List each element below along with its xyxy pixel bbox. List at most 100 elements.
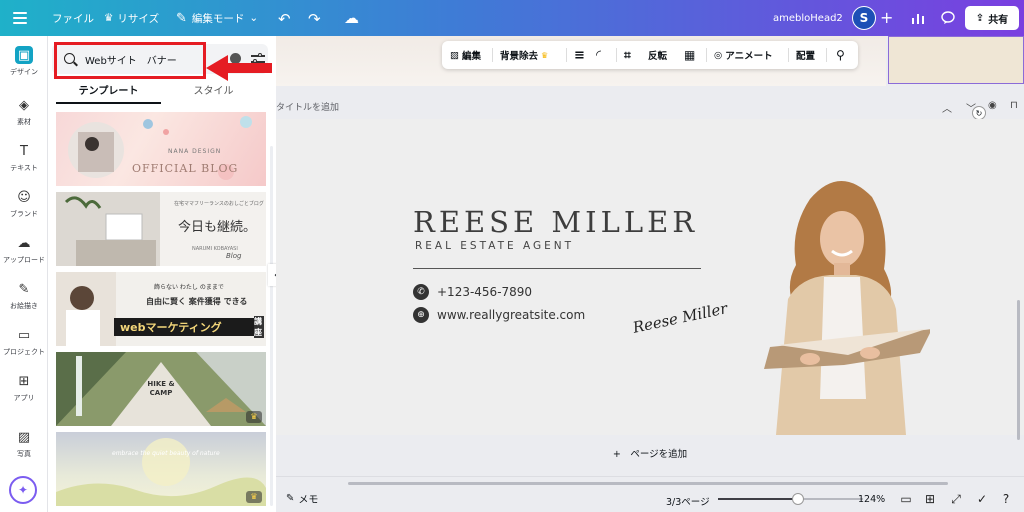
tab-templates[interactable]: テンプレート bbox=[56, 82, 161, 104]
zoom-slider[interactable] bbox=[718, 493, 863, 505]
avatar[interactable]: S bbox=[852, 6, 876, 30]
canvas-scrollbar[interactable] bbox=[1017, 300, 1020, 440]
lock-icon[interactable]: ⊓ bbox=[1010, 100, 1018, 111]
magic-sparkle-icon[interactable]: ✦ bbox=[9, 476, 37, 504]
template-text: 在宅ママフリーランスのおしごとブログ bbox=[174, 201, 264, 207]
tab-styles[interactable]: スタイル bbox=[161, 82, 266, 97]
template-text: Blog bbox=[226, 252, 242, 260]
border-style-icon[interactable]: ≡ bbox=[574, 41, 585, 69]
signature-text[interactable]: Reese Miller bbox=[631, 299, 729, 337]
image-icon: ▨ bbox=[450, 49, 459, 61]
transparency-icon[interactable]: ▦ bbox=[684, 41, 695, 69]
photo-icon: ▨ bbox=[17, 429, 31, 445]
help-icon[interactable]: ? bbox=[998, 491, 1014, 507]
arrow-icon bbox=[206, 55, 272, 81]
template-thumbnail[interactable]: embrace the quiet beauty of nature ♛ bbox=[56, 432, 266, 506]
divider bbox=[616, 48, 617, 62]
rail-item-text[interactable]: T テキスト bbox=[0, 142, 48, 173]
check-icon[interactable]: ✓ bbox=[974, 491, 990, 507]
share-label: 共有 bbox=[988, 14, 1009, 26]
rail-item-apps[interactable]: ⊞ アプリ bbox=[0, 372, 48, 403]
agent-photo[interactable] bbox=[750, 169, 930, 435]
divider-line[interactable] bbox=[413, 268, 701, 269]
redo-icon[interactable]: ↷ bbox=[308, 10, 321, 28]
flip-label: 反転 bbox=[648, 51, 668, 62]
template-text: 今日も継続。 bbox=[178, 220, 257, 235]
rail-item-draw[interactable]: ✎ お絵描き bbox=[0, 280, 48, 311]
template-text: 飾らない わたし のままで bbox=[154, 284, 224, 291]
fullscreen-icon[interactable]: ⤢ bbox=[948, 491, 964, 507]
rail-item-brand[interactable]: ☺ ブランド bbox=[0, 188, 48, 219]
crown-icon: ♛ bbox=[104, 12, 114, 24]
phone-text: +123-456-7890 bbox=[437, 285, 533, 299]
divider bbox=[492, 48, 493, 62]
design-page[interactable]: REESE MILLER REAL ESTATE AGENT ✆ +123-45… bbox=[276, 119, 1024, 435]
share-button[interactable]: ⇪ 共有 bbox=[965, 6, 1019, 30]
file-menu[interactable]: ファイル bbox=[52, 0, 94, 36]
rail-item-upload[interactable]: ☁ アップロード bbox=[0, 234, 48, 265]
template-text: embrace the quiet beauty of nature bbox=[112, 450, 220, 457]
crown-icon: ♛ bbox=[246, 491, 262, 503]
add-collaborator-icon[interactable]: + bbox=[880, 8, 893, 27]
eye-icon[interactable]: ◉ bbox=[988, 100, 997, 111]
phone-row[interactable]: ✆ +123-456-7890 bbox=[413, 284, 532, 300]
bg-remove-button[interactable]: 背景除去 ♛ bbox=[500, 41, 548, 69]
template-thumbnail[interactable]: NANA DESIGN OFFICIAL BLOG bbox=[56, 112, 266, 186]
design-role-text[interactable]: REAL ESTATE AGENT bbox=[415, 240, 574, 252]
cloud-save-icon[interactable]: ☁ bbox=[344, 9, 359, 27]
template-thumbnail[interactable]: 在宅ママフリーランスのおしごとブログ 今日も継続。 NARUMI KOBAYAS… bbox=[56, 192, 266, 266]
design-icon: ▣ bbox=[15, 46, 33, 64]
notes-label: メモ bbox=[298, 495, 319, 506]
crown-icon: ♛ bbox=[541, 50, 549, 60]
crown-icon: ♛ bbox=[246, 411, 262, 423]
corner-radius-icon[interactable]: ◜ bbox=[596, 41, 601, 69]
design-name-text[interactable]: REESE MILLER bbox=[413, 205, 698, 239]
page-title-input[interactable]: タイトルを追加 bbox=[276, 100, 339, 113]
upload-icon: ⇪ bbox=[975, 12, 985, 24]
notes-button[interactable]: ✎ メモ bbox=[286, 491, 318, 506]
page-view-icon[interactable]: ▭ bbox=[898, 491, 914, 507]
website-row[interactable]: ⊕ www.reallygreatsite.com bbox=[413, 307, 585, 323]
rail-item-design[interactable]: ▣ デザイン bbox=[0, 46, 48, 77]
position-label: 配置 bbox=[796, 51, 816, 62]
edit-image-button[interactable]: ▨ 編集 bbox=[450, 41, 481, 69]
template-text: 講座 bbox=[254, 316, 264, 338]
panel-scrollbar[interactable] bbox=[270, 146, 273, 506]
resize-label: リサイズ bbox=[117, 12, 160, 25]
template-thumbnail[interactable]: HIKE & CAMP ♛ bbox=[56, 352, 266, 426]
template-thumbnail[interactable]: 飾らない わたし のままで 自由に賢く 案件獲得 できる webマーケティング … bbox=[56, 272, 266, 346]
template-art bbox=[56, 438, 266, 506]
page-title-row: タイトルを追加 ︿ ﹀ ◉ ⊓ bbox=[276, 100, 1024, 116]
zoom-slider-knob[interactable] bbox=[791, 493, 804, 505]
website-text: www.reallygreatsite.com bbox=[437, 308, 586, 322]
resize-button[interactable]: ♛ リサイズ bbox=[104, 0, 159, 36]
horizontal-scrollbar[interactable] bbox=[348, 482, 948, 485]
rail-item-photos[interactable]: ▨ 写真 bbox=[0, 428, 48, 459]
edit-mode-dropdown[interactable]: ✎ 編集モード ⌄ bbox=[176, 0, 258, 36]
animate-button[interactable]: ◎ アニメート bbox=[714, 41, 773, 69]
chevron-up-icon[interactable]: ︿ bbox=[942, 100, 952, 115]
undo-icon[interactable]: ↶ bbox=[278, 10, 291, 28]
selected-page-preview[interactable] bbox=[888, 36, 1024, 84]
canvas-workspace: ▨ 編集 背景除去 ♛ ≡ ◜ ⌗ 反転 ▦ ◎ アニメート 配置 ⚲ タイトル… bbox=[276, 36, 1024, 476]
grid-view-icon[interactable]: ⊞ bbox=[922, 491, 938, 507]
add-page-button[interactable]: + ページを追加 bbox=[276, 446, 1024, 460]
analytics-icon[interactable] bbox=[906, 6, 930, 30]
rail-item-elements[interactable]: ◈ 素材 bbox=[0, 96, 48, 127]
draw-icon: ✎ bbox=[18, 281, 30, 297]
divider bbox=[706, 48, 707, 62]
rail-item-projects[interactable]: ▭ プロジェクト bbox=[0, 326, 48, 357]
flip-button[interactable]: 反転 bbox=[648, 41, 667, 69]
page-count[interactable]: 3/3ページ bbox=[666, 494, 710, 508]
crop-icon[interactable]: ⌗ bbox=[624, 41, 631, 69]
rotate-icon[interactable]: ↻ bbox=[972, 106, 986, 120]
paint-roller-icon[interactable]: ⚲ bbox=[836, 41, 845, 69]
templates-panel: Webサイト バナー テンプレート スタイル NANA DESIGN OFFIC… bbox=[48, 36, 276, 512]
comment-icon[interactable] bbox=[936, 6, 960, 30]
template-list: NANA DESIGN OFFICIAL BLOG 在宅ママフリーランスのおしご… bbox=[56, 112, 266, 512]
zoom-level[interactable]: 124% bbox=[858, 494, 885, 505]
hamburger-icon[interactable] bbox=[12, 10, 28, 26]
position-button[interactable]: 配置 bbox=[796, 41, 815, 69]
document-name[interactable]: ameblоHead2 bbox=[773, 0, 843, 36]
left-rail: ▣ デザイン ◈ 素材 T テキスト ☺ ブランド ☁ アップロード ✎ お絵描… bbox=[0, 36, 48, 512]
